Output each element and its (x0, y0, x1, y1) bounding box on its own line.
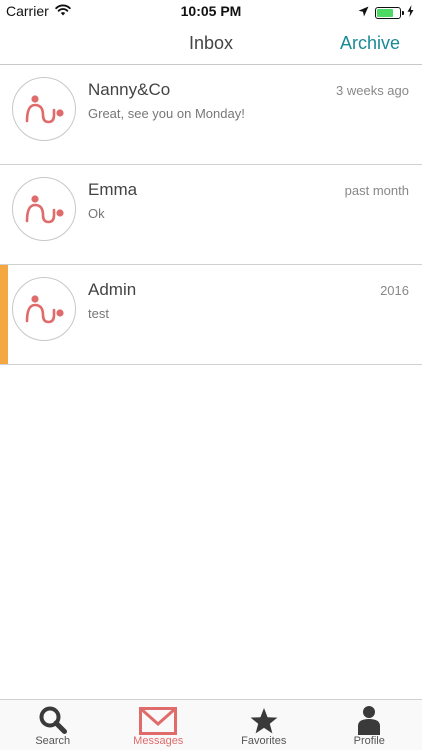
search-icon (38, 705, 68, 735)
star-icon (249, 705, 279, 735)
status-right (358, 4, 414, 22)
status-bar: Carrier 10:05 PM (0, 0, 422, 22)
battery-icon (375, 7, 404, 19)
tab-label: Search (35, 735, 71, 747)
tab-messages[interactable]: Messages (106, 700, 212, 750)
tab-label: Profile (353, 735, 385, 747)
tab-search[interactable]: Search (0, 700, 106, 750)
battery-level (377, 9, 393, 17)
message-preview: Ok (88, 206, 105, 221)
avatar (12, 177, 76, 241)
unread-indicator (0, 265, 8, 364)
mail-icon (139, 705, 178, 735)
charging-bolt-icon (407, 4, 414, 22)
person-icon (357, 705, 381, 735)
message-preview: Great, see you on Monday! (88, 106, 245, 121)
avatar (12, 77, 76, 141)
message-time: 3 weeks ago (336, 83, 409, 98)
tab-favorites[interactable]: Favorites (211, 700, 317, 750)
nav-bar: Inbox Archive (0, 22, 422, 65)
app-logo-icon (25, 195, 64, 224)
sender-name: Admin (88, 280, 137, 299)
app-logo-icon (25, 95, 64, 124)
tab-profile[interactable]: Profile (317, 700, 422, 750)
sender-name: Emma (88, 180, 138, 199)
avatar (12, 277, 76, 341)
conversation-row[interactable]: Emma Ok past month (0, 165, 422, 265)
tab-label: Favorites (241, 735, 287, 747)
inbox-list: Nanny&Co Great, see you on Monday! 3 wee… (0, 65, 422, 365)
conversation-row[interactable]: Admin test 2016 (0, 265, 422, 365)
archive-button[interactable]: Archive (340, 33, 400, 54)
sender-name: Nanny&Co (88, 80, 171, 99)
conversation-row[interactable]: Nanny&Co Great, see you on Monday! 3 wee… (0, 65, 422, 165)
tab-bar: Search Messages Favorites Profile (0, 699, 422, 750)
tab-label: Messages (133, 735, 184, 747)
location-arrow-icon (358, 4, 369, 22)
app-logo-icon (25, 295, 64, 324)
message-time: past month (344, 183, 409, 198)
message-preview: test (88, 306, 109, 321)
message-time: 2016 (380, 283, 409, 298)
